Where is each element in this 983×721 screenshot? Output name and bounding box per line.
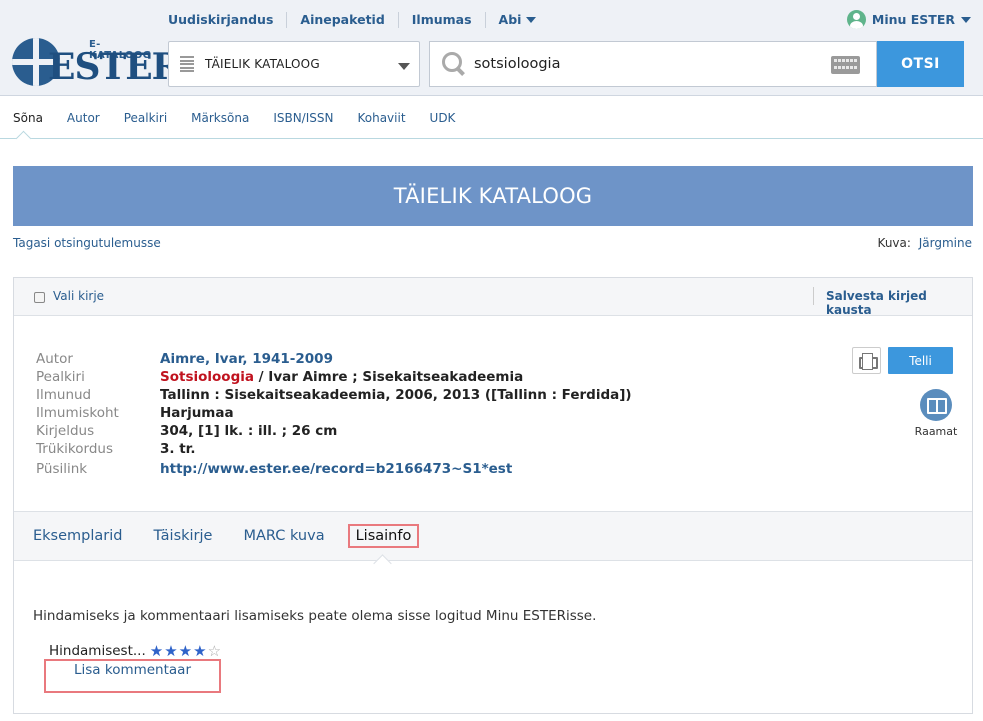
tab-pealkiri[interactable]: Pealkiri xyxy=(124,111,167,125)
nav-ilmumas[interactable]: Ilmumas xyxy=(399,12,486,28)
star-filled-icon[interactable]: ★ xyxy=(164,643,177,659)
published-value: Tallinn : Sisekaitseakadeemia, 2006, 201… xyxy=(160,387,632,403)
user-icon xyxy=(846,10,866,29)
search-type-tabs: Sõna Autor Pealkiri Märksõna ISBN/ISSN K… xyxy=(0,97,983,139)
detail-row-edition: Trükikordus 3. tr. xyxy=(36,440,632,458)
record-toolbar: Vali kirje Salvesta kirjed kausta xyxy=(14,278,972,317)
detail-tabs: Eksemplarid Täiskirje MARC kuva Lisainfo xyxy=(14,511,972,561)
next-record-link[interactable]: Järgmine xyxy=(919,236,972,250)
tab-taiskirje[interactable]: Täiskirje xyxy=(153,528,212,544)
search-input[interactable] xyxy=(474,56,814,72)
tab-autor[interactable]: Autor xyxy=(67,111,100,125)
detail-label: Ilmumiskoht xyxy=(36,405,119,421)
title-highlight: Sotsioloogia xyxy=(160,369,254,385)
detail-row-published: Ilmunud Tallinn : Sisekaitseakadeemia, 2… xyxy=(36,386,632,404)
catalog-select-value: TÄIELIK KATALOOG xyxy=(205,57,320,71)
catalog-select[interactable]: TÄIELIK KATALOOG xyxy=(168,41,420,87)
author-link[interactable]: Aimre, Ivar, 1941-2009 xyxy=(160,351,333,367)
rating-label: Hindamisest... xyxy=(49,643,146,659)
rating-stars[interactable]: ★ ★ ★ ★ ☆ xyxy=(150,643,221,659)
tab-sona[interactable]: Sõna xyxy=(13,111,43,125)
tab-eksemplarid[interactable]: Eksemplarid xyxy=(33,528,122,544)
star-filled-icon[interactable]: ★ xyxy=(193,643,206,659)
tab-isbn-issn[interactable]: ISBN/ISSN xyxy=(273,111,333,125)
back-to-results-link[interactable]: Tagasi otsingutulemusse xyxy=(13,236,161,250)
star-filled-icon[interactable]: ★ xyxy=(179,643,192,659)
rating-row: Hindamisest... ★ ★ ★ ★ ☆ xyxy=(49,643,221,659)
save-records-link[interactable]: Salvesta kirjed kausta xyxy=(826,289,972,317)
detail-row-author: Autor Aimre, Ivar, 1941-2009 xyxy=(36,350,632,368)
chevron-down-icon xyxy=(526,17,537,23)
view-nav: Kuva: Järgmine xyxy=(878,236,972,250)
place-value: Harjumaa xyxy=(160,405,234,421)
record-panel: Vali kirje Salvesta kirjed kausta Autor … xyxy=(13,277,973,714)
detail-label: Püsilink xyxy=(36,461,88,477)
divider xyxy=(813,287,814,305)
order-button[interactable]: Telli xyxy=(888,347,953,374)
star-empty-icon[interactable]: ☆ xyxy=(208,643,221,659)
record-details: Autor Aimre, Ivar, 1941-2009 Pealkiri So… xyxy=(36,350,632,478)
header: Uudiskirjandus Ainepaketid Ilmumas Abi M… xyxy=(0,0,983,96)
print-icon[interactable] xyxy=(852,347,881,374)
title-value: Sotsioloogia / Ivar Aimre ; Sisekaitseak… xyxy=(160,368,523,386)
search-icon xyxy=(442,52,466,76)
tab-kohaviit[interactable]: Kohaviit xyxy=(357,111,405,125)
description-value: 304, [1] lk. : ill. ; 26 cm xyxy=(160,423,338,439)
chevron-down-icon xyxy=(398,63,410,70)
user-label: Minu ESTER xyxy=(871,12,955,27)
detail-row-description: Kirjeldus 304, [1] lk. : ill. ; 26 cm xyxy=(36,422,632,440)
nav-uudiskirjandus[interactable]: Uudiskirjandus xyxy=(168,12,288,28)
edition-value: 3. tr. xyxy=(160,441,196,457)
permalink-link[interactable]: http://www.ester.ee/record=b2166473~S1*e… xyxy=(160,461,512,477)
star-filled-icon[interactable]: ★ xyxy=(150,643,163,659)
search-box xyxy=(429,41,877,87)
search-button[interactable]: OTSI xyxy=(877,41,964,87)
tab-marc-kuva[interactable]: MARC kuva xyxy=(243,528,324,544)
title-rest: / Ivar Aimre ; Sisekaitseakadeemia xyxy=(253,369,524,385)
catalog-banner: TÄIELIK KATALOOG xyxy=(13,166,973,226)
select-record-link[interactable]: Vali kirje xyxy=(53,289,104,303)
view-label: Kuva: xyxy=(877,236,911,250)
select-record-checkbox[interactable] xyxy=(34,292,45,303)
detail-label: Kirjeldus xyxy=(36,423,95,439)
nav-abi-label: Abi xyxy=(498,12,522,27)
detail-label: Autor xyxy=(36,351,73,367)
chevron-down-icon xyxy=(961,16,971,23)
logo-title: ESTER xyxy=(48,46,182,88)
detail-row-title: Pealkiri Sotsioloogia / Ivar Aimre ; Sis… xyxy=(36,368,632,386)
add-comment-button[interactable]: Lisa kommentaar xyxy=(44,659,221,693)
tab-udk[interactable]: UDK xyxy=(430,111,456,125)
detail-row-place: Ilmumiskoht Harjumaa xyxy=(36,404,632,422)
detail-label: Ilmunud xyxy=(36,387,92,403)
detail-label: Pealkiri xyxy=(36,369,85,385)
keyboard-icon[interactable] xyxy=(831,56,860,74)
login-required-message: Hindamiseks ja kommentaari lisamiseks pe… xyxy=(33,608,597,624)
nav-ainepaketid[interactable]: Ainepaketid xyxy=(287,12,399,28)
detail-row-permalink: Püsilink http://www.ester.ee/record=b216… xyxy=(36,460,632,478)
user-menu[interactable]: Minu ESTER xyxy=(846,10,971,29)
list-icon xyxy=(180,56,194,72)
top-nav: Uudiskirjandus Ainepaketid Ilmumas Abi xyxy=(168,12,549,28)
detail-label: Trükikordus xyxy=(36,441,114,457)
nav-abi[interactable]: Abi xyxy=(486,12,550,28)
tab-lisainfo[interactable]: Lisainfo xyxy=(347,524,420,548)
book-icon xyxy=(920,389,952,421)
tab-marksona[interactable]: Märksõna xyxy=(191,111,249,125)
ester-logo[interactable]: E-KATALOOG ESTER xyxy=(12,37,182,89)
material-type-label: Raamat xyxy=(914,425,958,438)
